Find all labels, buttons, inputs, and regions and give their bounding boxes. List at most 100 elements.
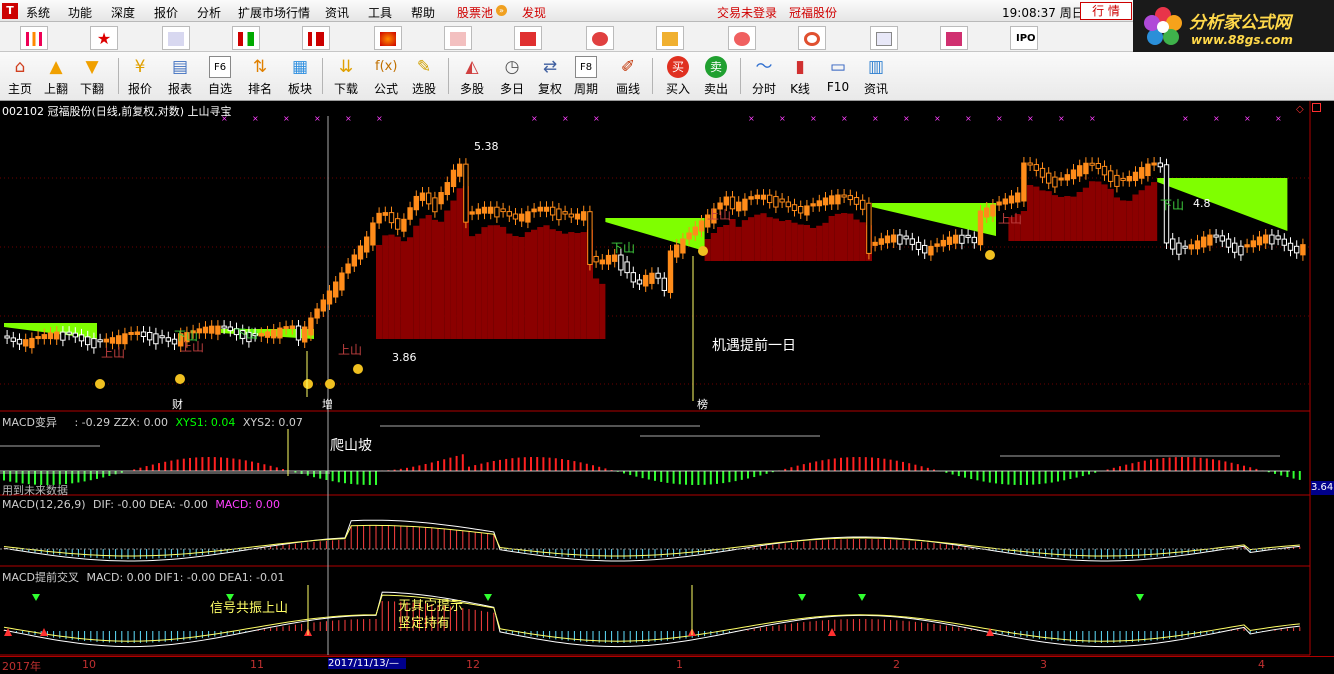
quick-hk-icon[interactable] [940, 26, 968, 50]
menu-tools[interactable]: 工具 [368, 4, 392, 21]
quick-candle-icon[interactable] [232, 26, 260, 50]
quick-ipo-icon[interactable]: IPO [1010, 26, 1038, 50]
up-tag: 上山 [101, 346, 126, 360]
menu-system[interactable]: 系统 [26, 4, 50, 21]
macd-cross-annotation: 信号共振上山 [210, 601, 289, 616]
ribbon-up-block [568, 232, 575, 339]
stock-picker-button[interactable]: ✎ 选股 [404, 54, 444, 98]
kline-chart-canvas[interactable]: × × × × × × × × × × × × × × × × × × × × × × × × × [0, 101, 1334, 671]
ribbon-up-block [779, 221, 786, 261]
candle-body [841, 194, 847, 198]
quick-letter-icon[interactable] [656, 26, 684, 50]
candle-body [977, 210, 984, 246]
quick-table-icon[interactable] [870, 26, 898, 50]
menu-depth[interactable]: 深度 [111, 4, 135, 21]
draw-line-button[interactable]: ✐ 画线 [608, 54, 648, 98]
menu-discover[interactable]: 发现 [522, 4, 546, 21]
ribbon-up-block [760, 213, 767, 261]
kline-button[interactable]: ▮ K线 [780, 54, 820, 98]
signal-x-marker: × [1213, 114, 1220, 123]
ribbon-up-block [531, 229, 538, 339]
macd-name: MACD(12,26,9) [2, 498, 86, 511]
quick-calendar-icon[interactable] [514, 26, 542, 50]
news-button[interactable]: ▥ 资讯 [856, 54, 896, 98]
candle-body [444, 182, 451, 196]
candle-body [1244, 244, 1250, 248]
candle-body [1225, 238, 1232, 248]
menu-stock-pool[interactable]: 股票池 [457, 4, 493, 21]
candle-body [314, 308, 320, 319]
menu-quote[interactable]: 报价 [154, 4, 178, 21]
candle-body [1108, 170, 1114, 182]
download-button[interactable]: ⇊ 下载 [326, 54, 366, 98]
quick-gear-icon[interactable] [728, 26, 756, 50]
stock-pool-dropdown-icon[interactable]: » [496, 5, 507, 16]
candle-body [370, 222, 376, 246]
quick-star-icon[interactable]: ★ [90, 26, 118, 50]
ribbon-up-block [376, 244, 383, 339]
adjust-icon: ⇄ [542, 57, 558, 77]
candle-body [872, 241, 878, 246]
f10-button[interactable]: ▭ F10 [818, 54, 858, 98]
sell-button[interactable]: 卖卖出 [696, 54, 736, 98]
multi-day-button[interactable]: ◷ 多日 [492, 54, 532, 98]
quick-ring-icon[interactable] [798, 26, 826, 50]
ranking-icon: ⇅ [252, 57, 268, 77]
macd-var-values: : -0.29 ZZX: 0.00 [74, 416, 168, 429]
chart-area[interactable]: × × × × × × × × × × × × × × × × × × × × × × × × × 002102 冠福股份(日线… [0, 101, 1334, 673]
adjust-button[interactable]: ⇄ 复权 [530, 54, 570, 98]
ribbon-up-block [723, 225, 730, 261]
formula-button[interactable]: f(x) 公式 [366, 54, 406, 98]
candle-body [29, 337, 35, 349]
menu-analysis[interactable]: 分析 [197, 4, 221, 21]
home-button[interactable]: ⌂ 主页 [0, 54, 40, 98]
sector-button[interactable]: ▦ 板块 [280, 54, 320, 98]
candle-body [1015, 192, 1021, 203]
quick-bars-icon[interactable] [20, 26, 48, 50]
candle-body [773, 196, 779, 208]
panel-diamond-icon[interactable]: ◇ [1296, 104, 1304, 115]
buy-button[interactable]: 买买入 [658, 54, 698, 98]
ribbon-up-block [717, 227, 724, 261]
candle-body [1182, 245, 1188, 249]
candle-body [798, 206, 804, 214]
quick-fire-icon[interactable] [374, 26, 402, 50]
ribbon-up-block [543, 225, 550, 339]
page-up-button[interactable]: ▲ 上翻 [36, 54, 76, 98]
tab-quote[interactable]: 行 情 [1080, 2, 1132, 20]
quick-medal-icon[interactable] [586, 26, 614, 50]
timeshare-button[interactable]: 〜分时 [744, 54, 784, 98]
money-bag-icon [303, 379, 313, 389]
quote-button[interactable]: ¥ 报价 [120, 54, 160, 98]
page-down-button[interactable]: ▼ 下翻 [72, 54, 112, 98]
ribbon-up-block [1089, 181, 1096, 241]
candle-body [1126, 175, 1132, 182]
menu-help[interactable]: 帮助 [411, 4, 435, 21]
brand-url[interactable]: www.88gs.com [1191, 33, 1293, 47]
toolbar-separator [740, 58, 741, 94]
candle-body [537, 206, 543, 212]
ribbon-up-block [766, 217, 773, 261]
candle-body [884, 235, 891, 244]
watchlist-button[interactable]: F6 自选 [200, 54, 240, 98]
menu-news[interactable]: 资讯 [325, 4, 349, 21]
menu-function[interactable]: 功能 [68, 4, 92, 21]
ranking-button[interactable]: ⇅ 排名 [240, 54, 280, 98]
report-button[interactable]: ▤ 报表 [160, 54, 200, 98]
menu-extended-market[interactable]: 扩展市场行情 [238, 4, 310, 21]
ribbon-up-block [1058, 196, 1065, 241]
candle-body [1263, 234, 1269, 244]
login-status[interactable]: 交易未登录 [717, 4, 777, 21]
candle-body [829, 195, 835, 205]
panel-maximize-icon[interactable] [1312, 103, 1321, 112]
signal-x-marker: × [562, 114, 569, 123]
candle-body [903, 235, 909, 240]
quick-pen-icon[interactable] [162, 26, 190, 50]
quick-target-icon[interactable] [444, 26, 472, 50]
quick-chart-icon[interactable] [302, 26, 330, 50]
clock-icon: ◷ [504, 57, 520, 77]
candle-body [1213, 234, 1219, 238]
multi-stock-button[interactable]: ◭ 多股 [452, 54, 492, 98]
period-button[interactable]: F8 周期 [566, 54, 606, 98]
candle-body [47, 332, 54, 340]
